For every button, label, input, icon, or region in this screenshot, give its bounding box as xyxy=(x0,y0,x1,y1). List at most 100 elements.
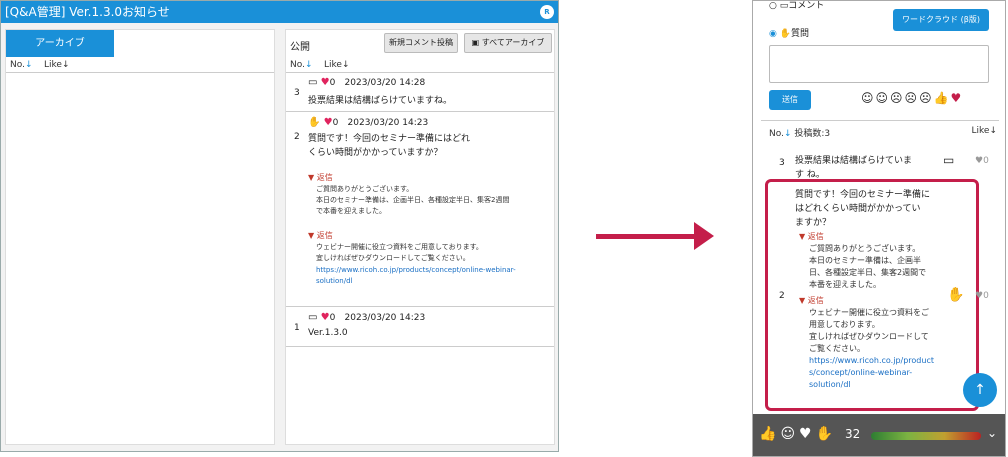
hand-raise-icon: ✋ xyxy=(308,117,321,128)
like-count: 0 xyxy=(329,313,336,323)
like-button[interactable]: ♥0 xyxy=(975,291,989,301)
window-title: [Q&A管理] Ver.1.3.0お知らせ xyxy=(1,1,558,23)
radio-icon: ○ xyxy=(769,1,777,11)
list-item[interactable]: 1 ▭ ♥0 2023/03/20 14:23 Ver.1.3.0 xyxy=(286,309,554,345)
message-textarea[interactable] xyxy=(769,45,989,83)
heart-icon: ♥ xyxy=(950,91,964,105)
divider xyxy=(761,120,999,121)
archive-all-button[interactable]: ▣ すべてアーカイブ xyxy=(464,33,552,53)
reply-text: 本番を迎えました。 xyxy=(809,280,881,289)
heart-icon[interactable]: ♥ xyxy=(321,77,330,88)
divider xyxy=(286,72,554,73)
timestamp: 2023/03/20 14:23 xyxy=(344,313,426,323)
new-comment-button[interactable]: 新規コメント投稿 xyxy=(384,33,458,53)
reply-text: ご質問ありがとうございます。 xyxy=(809,244,921,253)
item-meta: ▭ ♥0 2023/03/20 14:23 xyxy=(308,312,425,323)
hand-raise-icon: ✋ xyxy=(947,287,965,303)
comment-icon: ▭ xyxy=(308,312,318,323)
reply-heading[interactable]: ▼ 返信 xyxy=(308,172,333,183)
divider xyxy=(286,111,554,112)
clap-icon: ✋ xyxy=(815,426,838,442)
send-button[interactable]: 送信 xyxy=(769,90,811,110)
item-number: 3 xyxy=(294,88,300,98)
list-item[interactable]: 2 ✋ ♥0 2023/03/20 14:23 質問です！今回のセミナー準備には… xyxy=(286,114,554,304)
reaction-icons[interactable]: 👍☺♥✋ xyxy=(759,426,837,442)
heart-icon[interactable]: ♥ xyxy=(321,312,330,323)
reaction-count: 32 xyxy=(845,427,861,441)
sort-no[interactable]: No.↓ xyxy=(10,60,33,70)
sort-like[interactable]: Like↓ xyxy=(44,60,70,70)
item-text: 投票結果は結構ばらけていますね。 xyxy=(308,96,453,106)
reply-text: 日、各種設定半日、集客2週間で xyxy=(809,268,927,277)
reply-link[interactable]: s/concept/online-webinar- xyxy=(809,367,912,378)
reply-link[interactable]: solution/dl xyxy=(316,276,352,287)
like-count: 0 xyxy=(329,78,336,88)
radio-comment[interactable]: ○ ▭コメント xyxy=(769,1,824,11)
heart-icon[interactable]: ♥ xyxy=(324,117,333,128)
divider xyxy=(286,346,554,347)
item-text-line: 質問です！今回のセミナー準備にはどれ xyxy=(308,134,471,144)
sort-like[interactable]: Like↓ xyxy=(972,126,998,136)
item-text-line: 質問です！今回のセミナー準備に xyxy=(795,190,931,200)
reply-link[interactable]: https://www.ricoh.co.jp/product xyxy=(809,355,934,366)
arrow-right-icon xyxy=(694,222,714,250)
smile-icon: ☺ xyxy=(780,426,800,442)
item-number: 3 xyxy=(779,158,785,168)
wordcloud-button[interactable]: ワードクラウド (β版) xyxy=(893,9,989,31)
archive-panel: アーカイブ No.↓ Like↓ xyxy=(5,29,275,445)
admin-window: [Q&A管理] Ver.1.3.0お知らせ R アーカイブ No.↓ Like↓… xyxy=(0,0,559,452)
reaction-meter xyxy=(871,432,981,440)
emoji-reactions[interactable]: ☺☺☹☹☹👍♥ xyxy=(861,91,963,105)
chevron-down-icon[interactable]: ⌄ xyxy=(987,426,997,440)
reply-heading[interactable]: ▼ 返信 xyxy=(799,231,824,242)
divider xyxy=(6,72,274,73)
public-panel: 公開 新規コメント投稿 ▣ すべてアーカイブ No.↓ Like↓ 3 ▭ ♥0… xyxy=(285,29,555,445)
like-count: 0 xyxy=(332,118,339,128)
divider xyxy=(286,306,554,307)
radio-question[interactable]: ◉ ✋質問 xyxy=(769,26,809,39)
comment-icon: ▭ xyxy=(308,77,318,88)
reply-text: 本日のセミナー準備は、企画半日、各種設定半日、集客2週間 xyxy=(316,196,510,204)
reply-heading[interactable]: ▼ 返信 xyxy=(799,295,824,306)
sort-no[interactable]: No.↓ xyxy=(290,60,313,70)
hand-raise-icon: ✋ xyxy=(779,29,791,39)
item-meta: ▭ ♥0 2023/03/20 14:28 xyxy=(308,77,425,88)
reply-text: ご覧ください。 xyxy=(809,344,865,353)
reply-text: 宜しければぜひダウンロードして xyxy=(809,332,929,341)
smile-icon: ☺ xyxy=(875,91,891,105)
timestamp: 2023/03/20 14:28 xyxy=(344,78,426,88)
reply-text: ウェビナー開催に役立つ資料をご xyxy=(809,308,929,317)
heart-icon: ♥ xyxy=(799,426,816,442)
reply-text: ウェビナー開催に役立つ資料をご用意しております。 xyxy=(316,243,483,251)
item-text-line: はどれくらい時間がかかってい xyxy=(795,204,921,214)
scroll-fab-button[interactable]: ↑ xyxy=(963,373,997,407)
reaction-bar: 👍☺♥✋ 32 ⌄ xyxy=(753,414,1005,456)
list-item[interactable]: 3 ▭ ♥0 2023/03/20 14:28 投票結果は結構ばらけていますね。 xyxy=(286,74,554,110)
tab-archive[interactable]: アーカイブ xyxy=(6,30,114,57)
item-text-line: 投票結果は結構ばらけていま xyxy=(795,156,913,166)
sort-like[interactable]: Like↓ xyxy=(324,60,350,70)
reply-link[interactable]: https://www.ricoh.co.jp/products/concept… xyxy=(316,265,516,276)
section-label-public: 公開 xyxy=(290,42,310,53)
item-meta: ✋ ♥0 2023/03/20 14:23 xyxy=(308,117,428,128)
ricoh-logo-icon: R xyxy=(540,5,554,19)
item-number: 2 xyxy=(779,291,785,301)
smile-icon: ☺ xyxy=(861,91,876,105)
thumbs-up-icon: 👍 xyxy=(933,91,951,105)
comment-icon: ▭ xyxy=(779,1,789,11)
radio-selected-icon: ◉ xyxy=(769,29,777,39)
thumbs-up-icon: 👍 xyxy=(759,426,781,442)
list-header[interactable]: No.↓ 投稿数:3 xyxy=(769,126,830,139)
like-button[interactable]: ♥0 xyxy=(975,156,989,166)
archive-icon: ▣ xyxy=(471,38,482,47)
reply-link[interactable]: solution/dl xyxy=(809,379,851,390)
item-number: 2 xyxy=(294,132,300,142)
item-text-line: ますか？ xyxy=(795,218,832,228)
heart-icon: ♥ xyxy=(975,156,984,166)
reply-heading[interactable]: ▼ 返信 xyxy=(308,230,333,241)
heart-icon: ♥ xyxy=(975,291,984,301)
sad-icon: ☹ xyxy=(919,91,934,105)
item-text-line: くらい時間がかかっていますか？ xyxy=(308,148,443,158)
comment-icon: ▭ xyxy=(943,153,955,167)
reply-text: 用意しております。 xyxy=(809,320,880,329)
